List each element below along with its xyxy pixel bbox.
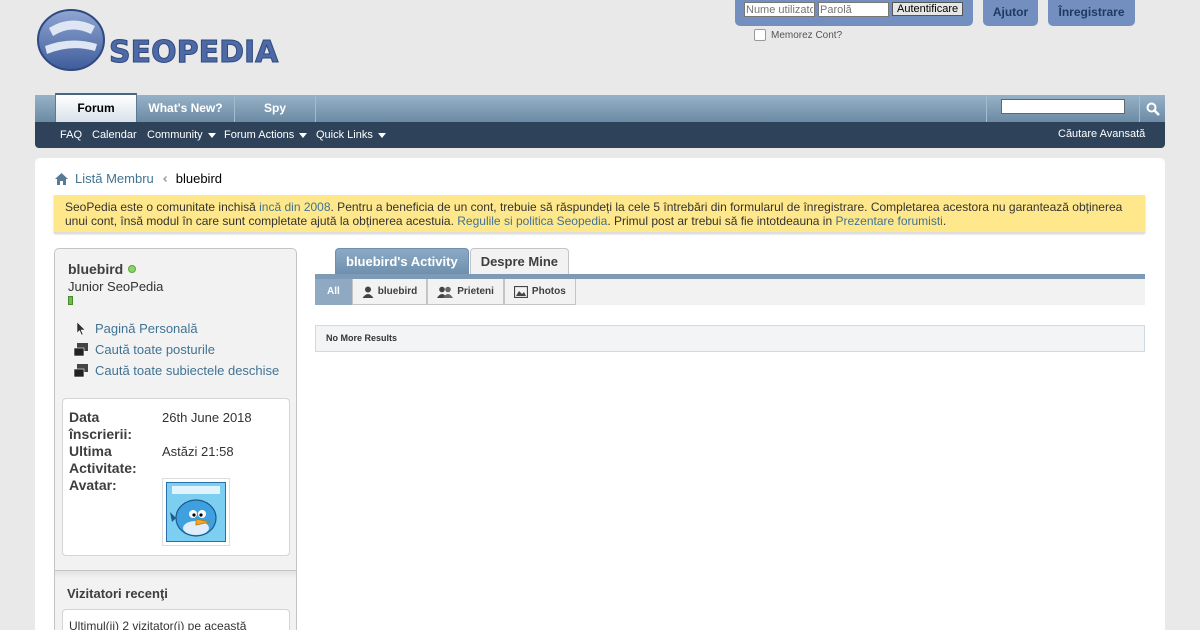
subnav-calendar[interactable]: Calendar	[92, 129, 137, 141]
notice-banner: SeoPedia este o comunitate inchisă incă …	[54, 195, 1145, 233]
login-button[interactable]: Autentificare	[892, 2, 964, 16]
filter-user[interactable]: bluebird	[351, 279, 428, 305]
recent-visitors-body: Ultimul(ii) 2 vizitator(i) pe această	[62, 609, 290, 630]
search-icon	[1146, 102, 1160, 116]
filter-friends[interactable]: Prieteni	[427, 279, 504, 305]
home-icon[interactable]	[55, 172, 68, 185]
username-input[interactable]	[744, 2, 815, 17]
profile-tabs: bluebird's Activity Despre Mine	[335, 248, 569, 274]
profile-links: Pagină Personală Caută toate posturile C…	[73, 318, 279, 381]
breadcrumb-current: bluebird	[175, 171, 223, 186]
tab-whats-new[interactable]: What's New?	[137, 95, 235, 122]
notice-link-introductions[interactable]: Prezentare forumisti	[835, 214, 942, 228]
recent-visitors-heading: Vizitatori recenţi	[67, 586, 168, 601]
logo-text: SEOPEDIA	[109, 35, 279, 70]
search-button[interactable]	[1140, 95, 1165, 122]
subnav-community[interactable]: Community	[147, 129, 216, 141]
password-input[interactable]	[818, 2, 889, 17]
breadcrumb-members-list[interactable]: Listă Membru	[75, 171, 154, 186]
last-activity-value: Astăzi 21:58	[162, 444, 234, 459]
filter-all[interactable]: All	[315, 279, 352, 305]
notice-link-rules[interactable]: Regulile si politica Seopedia	[457, 214, 607, 228]
tab-spy[interactable]: Spy	[235, 95, 316, 122]
seopedia-logo[interactable]: SEOPEDIA	[35, 6, 325, 76]
remember-me[interactable]: Memorez Cont?	[754, 29, 842, 41]
subnav-quick-links[interactable]: Quick Links	[316, 129, 386, 141]
breadcrumb: Listă Membru bluebird	[55, 171, 222, 186]
tab-activity[interactable]: bluebird's Activity	[335, 248, 469, 274]
online-status-icon	[128, 265, 137, 273]
user-title: Junior SeoPedia	[68, 279, 164, 294]
search-input[interactable]	[1001, 99, 1125, 114]
no-more-results: No More Results	[315, 325, 1145, 352]
profile-info: Data înscrierii: 26th June 2018 Ultima A…	[62, 398, 290, 556]
last-activity-label: Ultima Activitate:	[69, 443, 137, 476]
friends-icon	[437, 286, 454, 298]
sub-navbar: FAQ Calendar Community Forum Actions Qui…	[35, 122, 1165, 148]
threads-icon	[73, 363, 89, 379]
join-date-value: 26th June 2018	[162, 410, 252, 425]
subnav-faq[interactable]: FAQ	[60, 129, 82, 141]
profile-username: bluebird	[68, 261, 137, 277]
help-button[interactable]: Ajutor	[983, 0, 1038, 26]
advanced-search-link[interactable]: Căutare Avansată	[1058, 128, 1145, 140]
profile-link-search-posts[interactable]: Caută toate posturile	[73, 339, 279, 360]
chevron-down-icon	[207, 132, 216, 138]
notice-link-since-2008[interactable]: incă din 2008	[259, 200, 330, 214]
quick-search	[986, 95, 1140, 122]
remember-label: Memorez Cont?	[771, 29, 843, 41]
join-date-label: Data înscrierii:	[69, 409, 133, 442]
reputation-icon	[68, 296, 73, 305]
profile-link-search-threads[interactable]: Caută toate subiectele deschise	[73, 360, 279, 381]
profile-link-homepage[interactable]: Pagină Personală	[73, 318, 279, 339]
register-button[interactable]: Înregistrare	[1048, 0, 1135, 26]
user-icon	[362, 286, 374, 298]
tab-forum[interactable]: Forum	[55, 93, 137, 122]
tab-about-me[interactable]: Despre Mine	[469, 248, 569, 274]
avatar	[162, 478, 230, 546]
chevron-down-icon	[299, 132, 308, 138]
posts-icon	[73, 342, 89, 358]
content-area: Listă Membru bluebird SeoPedia este o co…	[35, 158, 1165, 630]
bluebird-avatar-image	[165, 481, 227, 543]
profile-sidebar: bluebird Junior SeoPedia Pagină Personal…	[54, 248, 297, 630]
remember-checkbox[interactable]	[754, 29, 766, 41]
recent-visitors: Vizitatori recenţi Ultimul(ii) 2 vizitat…	[55, 570, 296, 630]
activity-filter-tabs: All bluebird Prieteni Photos	[315, 279, 1145, 305]
subnav-forum-actions[interactable]: Forum Actions	[224, 129, 308, 141]
filter-photos[interactable]: Photos	[503, 279, 576, 305]
main-navbar: Forum What's New? Spy	[35, 93, 1165, 122]
cursor-icon	[73, 321, 89, 337]
photo-icon	[513, 285, 528, 298]
chevron-down-icon	[377, 132, 386, 138]
avatar-label: Avatar:	[69, 477, 117, 493]
login-form: Autentificare	[735, 0, 973, 26]
breadcrumb-separator-icon	[162, 175, 167, 182]
